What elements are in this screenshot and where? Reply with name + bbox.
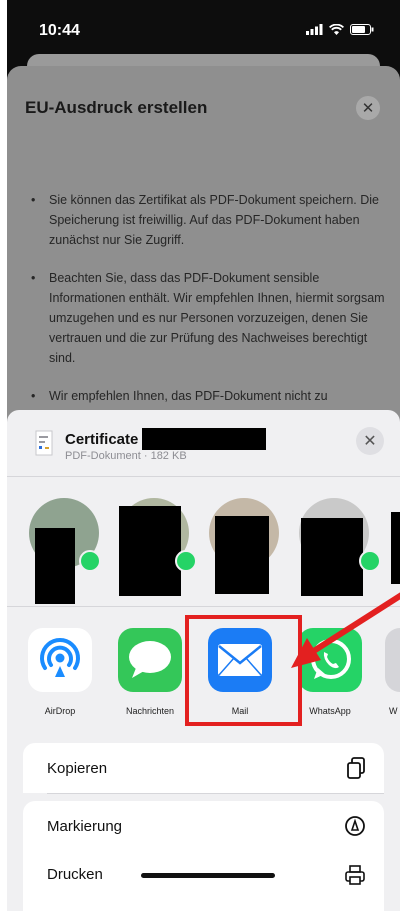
status-time: 10:44 bbox=[39, 22, 80, 39]
action-markup[interactable]: Markierung bbox=[23, 801, 384, 851]
action-label: Kopieren bbox=[47, 759, 108, 777]
redaction-box bbox=[35, 528, 75, 604]
battery-icon bbox=[350, 24, 374, 35]
airdrop-icon bbox=[28, 628, 92, 692]
app-label: WhatsApp bbox=[309, 706, 351, 716]
info-bullet: Beachten Sie, dass das PDF-Dokument sens… bbox=[29, 268, 389, 368]
redaction-box bbox=[301, 518, 363, 596]
share-app-airdrop[interactable]: AirDrop bbox=[23, 628, 97, 716]
info-bullet: Wir empfehlen Ihnen, das PDF-Dokument ni… bbox=[29, 386, 389, 406]
status-bar: 10:44 bbox=[7, 0, 400, 62]
document-icon bbox=[35, 430, 53, 456]
print-icon bbox=[345, 864, 365, 885]
action-label: Markierung bbox=[47, 817, 123, 835]
whatsapp-badge-icon bbox=[359, 550, 381, 572]
file-name: Certificate bbox=[65, 428, 267, 450]
close-icon: ✕ bbox=[361, 100, 375, 117]
app-label: AirDrop bbox=[44, 706, 76, 716]
app-label: W bbox=[389, 706, 398, 716]
home-indicator bbox=[141, 873, 275, 878]
markup-icon bbox=[345, 816, 365, 836]
contact-suggestion[interactable] bbox=[299, 498, 381, 604]
contact-suggestion[interactable] bbox=[119, 498, 197, 604]
whatsapp-badge-icon bbox=[79, 550, 101, 572]
action-print[interactable]: Drucken bbox=[23, 850, 384, 911]
app-label: Nachrichten bbox=[125, 706, 175, 716]
copy-icon bbox=[347, 757, 365, 779]
action-copy[interactable]: Kopieren bbox=[23, 743, 384, 793]
share-sheet: Certificate PDF-Dokument · 182 KB ✕ AirD… bbox=[7, 410, 400, 911]
info-list: Sie können das Zertifikat als PDF-Dokume… bbox=[29, 190, 389, 424]
close-icon: ✕ bbox=[363, 433, 377, 450]
wifi-icon bbox=[329, 24, 344, 35]
status-icons bbox=[306, 24, 374, 35]
dialog-title: EU-Ausdruck erstellen bbox=[25, 98, 208, 117]
divider bbox=[47, 793, 384, 794]
dialog-close-button[interactable]: ✕ bbox=[356, 96, 380, 120]
share-close-button[interactable]: ✕ bbox=[356, 427, 384, 455]
action-label: Drucken bbox=[47, 866, 103, 883]
contact-suggestion[interactable] bbox=[209, 498, 279, 604]
redaction-box bbox=[142, 428, 267, 450]
info-bullet: Sie können das Zertifikat als PDF-Dokume… bbox=[29, 190, 389, 250]
signal-icon bbox=[306, 24, 323, 35]
contact-suggestion[interactable] bbox=[29, 498, 101, 604]
annotation-arrow-icon bbox=[291, 592, 400, 668]
eu-print-dialog: EU-Ausdruck erstellen ✕ Sie können das Z… bbox=[7, 66, 400, 426]
share-file-header: Certificate PDF-Dokument · 182 KB ✕ bbox=[7, 410, 400, 476]
redaction-box bbox=[215, 516, 269, 594]
share-app-messages[interactable]: Nachrichten bbox=[113, 628, 187, 716]
messages-icon bbox=[118, 628, 182, 692]
phone-screen: 10:44 EU-Ausdruck erstellen ✕ Sie können… bbox=[7, 0, 400, 911]
file-name-text: Certificate bbox=[65, 430, 139, 448]
redaction-box bbox=[119, 506, 181, 596]
whatsapp-badge-icon bbox=[175, 550, 197, 572]
divider bbox=[7, 476, 400, 477]
contact-suggestion[interactable] bbox=[389, 498, 400, 604]
redaction-box bbox=[391, 512, 400, 584]
file-meta: PDF-Dokument · 182 KB bbox=[65, 450, 187, 462]
